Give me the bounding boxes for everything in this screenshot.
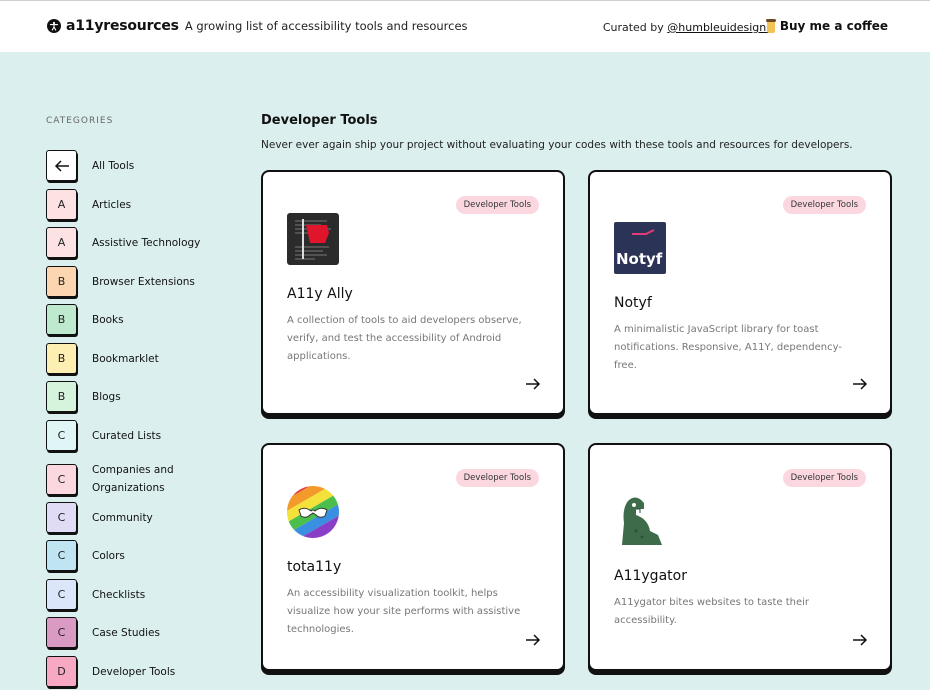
category-item[interactable]: B Books bbox=[46, 304, 124, 335]
category-badge: B bbox=[46, 343, 77, 374]
category-item[interactable]: All Tools bbox=[46, 150, 134, 181]
category-item[interactable]: C Community bbox=[46, 502, 153, 533]
category-item[interactable]: A Articles bbox=[46, 189, 131, 220]
category-label-text: All Tools bbox=[92, 159, 135, 172]
category-badge: C bbox=[46, 540, 77, 571]
category-tag: Developer Tools bbox=[455, 196, 539, 214]
card-description: An accessibility visualization toolkit, … bbox=[287, 588, 521, 635]
coffee-cup-icon bbox=[765, 19, 776, 33]
arrow-right-icon[interactable] bbox=[525, 633, 541, 647]
category-label: Assistive Technology bbox=[92, 234, 200, 252]
arrow-left-icon bbox=[46, 150, 77, 181]
alligator-logo bbox=[614, 495, 666, 547]
card-title[interactable]: A11y Ally bbox=[287, 286, 353, 302]
category-badge: C bbox=[46, 420, 77, 451]
category-label: All Tools bbox=[92, 157, 134, 175]
category-label-text: Organizations bbox=[92, 482, 165, 494]
category-badge: C bbox=[46, 617, 77, 648]
arrow-right-icon[interactable] bbox=[852, 633, 868, 647]
notyf-logo: Notyf bbox=[614, 222, 666, 274]
notyf-logo-text: Notyf bbox=[616, 250, 663, 268]
arrow-right-icon[interactable] bbox=[525, 377, 541, 391]
buy-coffee-button[interactable]: Buy me a coffee bbox=[765, 19, 888, 33]
category-item[interactable]: B Bookmarklet bbox=[46, 343, 159, 374]
category-badge: D bbox=[46, 656, 77, 687]
tool-card[interactable]: Developer Tools A11y Ally A collection o… bbox=[261, 170, 565, 415]
category-item[interactable]: B Blogs bbox=[46, 381, 121, 412]
card-title[interactable]: A11ygator bbox=[614, 568, 687, 584]
curated-prefix: Curated by bbox=[602, 21, 664, 34]
category-label: Companies and Organizations bbox=[92, 461, 174, 497]
category-label-text: Articles bbox=[92, 198, 132, 211]
categories-sidebar: CATEGORIES All Tools A Articles A Assistive … bbox=[46, 116, 236, 687]
category-label-text: Case Studies bbox=[92, 626, 160, 639]
category-label: Colors bbox=[92, 547, 125, 565]
category-item[interactable]: D Developer Tools bbox=[46, 656, 175, 687]
arrow-right-icon[interactable] bbox=[852, 377, 868, 391]
page-title: Developer Tools bbox=[261, 113, 378, 128]
category-label-text: Curated Lists bbox=[92, 429, 162, 442]
category-badge: A bbox=[46, 189, 77, 220]
category-label: Browser Extensions bbox=[92, 273, 195, 291]
tool-card[interactable]: Developer Tools Notyf Notyf A minimalist… bbox=[588, 170, 892, 415]
category-label-text: Companies and bbox=[92, 464, 174, 476]
category-tag: Developer Tools bbox=[455, 469, 539, 487]
category-item[interactable]: C Checklists bbox=[46, 579, 145, 610]
category-label: Articles bbox=[92, 196, 131, 214]
category-label-text: Checklists bbox=[92, 588, 146, 601]
card-title[interactable]: tota11y bbox=[287, 559, 341, 575]
brand[interactable]: a11yresources A growing list of accessib… bbox=[47, 18, 468, 34]
card-description: A collection of tools to aid developers … bbox=[287, 315, 522, 362]
card-description: A11ygator bites websites to taste their … bbox=[614, 597, 810, 626]
category-badge: C bbox=[46, 463, 77, 495]
category-label-text: Developer Tools bbox=[92, 665, 176, 678]
curated-by: Curated by @humbleuidesigns bbox=[603, 21, 772, 34]
category-badge: B bbox=[46, 381, 77, 412]
category-label-text: Colors bbox=[92, 549, 125, 562]
category-label: Case Studies bbox=[92, 624, 160, 642]
curator-link[interactable]: @humbleuidesigns bbox=[667, 21, 772, 34]
category-label: Bookmarklet bbox=[92, 350, 159, 368]
buy-coffee-label: Buy me a coffee bbox=[779, 19, 888, 33]
page-description: Never ever again ship your project witho… bbox=[261, 139, 853, 151]
category-label-text: Assistive Technology bbox=[92, 236, 201, 249]
category-label-text: Browser Extensions bbox=[92, 275, 195, 288]
category-item[interactable]: B Browser Extensions bbox=[46, 266, 195, 297]
tool-card[interactable]: Developer Tools A11ygator A11ygator bite… bbox=[588, 443, 892, 671]
tool-card[interactable]: Developer Tools tota11y An accessibility… bbox=[261, 443, 565, 671]
top-bar: a11yresources A growing list of accessib… bbox=[0, 0, 930, 52]
category-label: Books bbox=[92, 311, 124, 329]
category-item[interactable]: C Curated Lists bbox=[46, 420, 161, 451]
category-label: Curated Lists bbox=[92, 427, 161, 445]
category-badge: C bbox=[46, 579, 77, 610]
category-label-text: Books bbox=[92, 313, 124, 326]
card-description: A minimalistic JavaScript library for to… bbox=[614, 324, 842, 371]
categories-heading: CATEGORIES bbox=[46, 116, 114, 126]
brand-name[interactable]: a11yresources bbox=[66, 18, 179, 34]
category-badge: B bbox=[46, 304, 77, 335]
category-badge: A bbox=[46, 227, 77, 258]
category-label: Community bbox=[92, 509, 153, 527]
category-tag: Developer Tools bbox=[782, 196, 866, 214]
tota11y-logo bbox=[277, 476, 349, 548]
category-label: Checklists bbox=[92, 586, 145, 604]
category-label-text: Blogs bbox=[92, 390, 121, 403]
a11y-ally-logo bbox=[287, 213, 339, 265]
category-label: Blogs bbox=[92, 388, 121, 406]
category-item[interactable]: A Assistive Technology bbox=[46, 227, 200, 258]
category-badge: B bbox=[46, 266, 77, 297]
category-item[interactable]: C Companies and Organizations bbox=[46, 461, 174, 497]
category-label-text: Community bbox=[92, 511, 153, 524]
category-badge: C bbox=[46, 502, 77, 533]
brand-tagline: A growing list of accessibility tools an… bbox=[184, 19, 468, 33]
card-title[interactable]: Notyf bbox=[614, 295, 652, 311]
accessibility-icon bbox=[47, 19, 61, 33]
category-label-text: Bookmarklet bbox=[92, 352, 159, 365]
category-tag: Developer Tools bbox=[782, 469, 866, 487]
category-item[interactable]: C Colors bbox=[46, 540, 125, 571]
category-label: Developer Tools bbox=[92, 663, 175, 681]
category-item[interactable]: C Case Studies bbox=[46, 617, 160, 648]
